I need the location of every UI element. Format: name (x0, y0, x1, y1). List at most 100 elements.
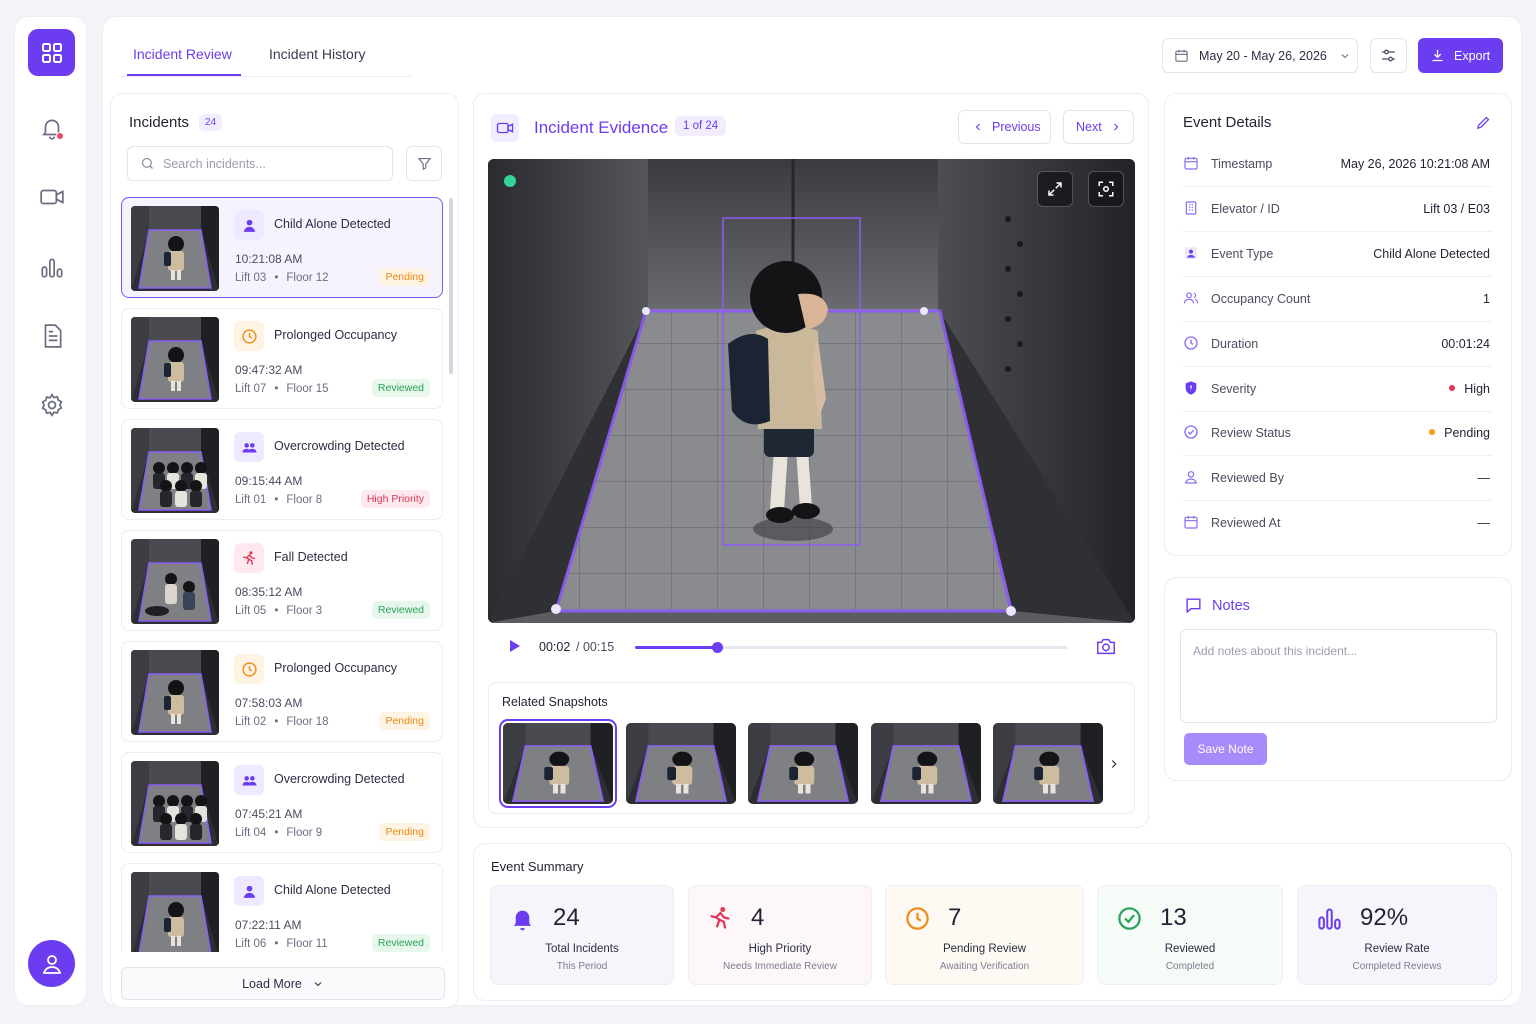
detail-row: Timestamp May 26, 2026 10:21:08 AM (1183, 142, 1492, 187)
incident-list: Child Alone Detected 10:21:08 AM Lift 03 • F… (121, 197, 445, 952)
dashboard-icon[interactable] (28, 29, 75, 76)
stat-icon (509, 905, 536, 937)
snapshot-thumbnail[interactable] (870, 723, 981, 804)
incident-time: 09:15:44 AM (235, 474, 303, 488)
snapshots-title: Related Snapshots (502, 695, 608, 709)
incident-time: 07:22:11 AM (235, 918, 302, 932)
snapshot-camera-icon[interactable] (1095, 635, 1117, 657)
previous-label: Previous (992, 120, 1041, 134)
detail-icon (1183, 514, 1199, 530)
detail-icon (1183, 424, 1199, 440)
incident-title: Overcrowding Detected (274, 439, 405, 453)
active-tab-indicator (127, 74, 241, 76)
detail-label: Severity (1211, 381, 1257, 396)
snapshot-thumbnail[interactable] (993, 723, 1103, 804)
detail-value: 1 (1483, 291, 1490, 306)
load-more-button[interactable]: Load More (121, 967, 445, 1000)
stat-card: 4 High Priority Needs Immediate Review (688, 885, 872, 985)
running-person-icon (710, 907, 730, 929)
detail-value-wrap: — (1478, 471, 1491, 485)
date-range-picker[interactable]: May 20 - May 26, 2026 (1162, 38, 1358, 73)
incident-thumbnail (131, 650, 219, 735)
incident-item[interactable]: Fall Detected 08:35:12 AM Lift 05 • Floor 3 R… (121, 530, 443, 631)
incident-time: 09:47:32 AM (235, 363, 303, 377)
incident-thumbnail (131, 428, 219, 513)
export-button[interactable]: Export (1418, 38, 1503, 73)
status-badge: Pending (379, 823, 430, 841)
detail-value: — (1477, 471, 1491, 486)
previous-button[interactable]: Previous (958, 110, 1051, 144)
detail-value: Pending (1444, 426, 1490, 441)
detail-value: 00:01:24 (1441, 336, 1490, 351)
tab-incident-review[interactable]: Incident Review (133, 46, 232, 62)
incident-item[interactable]: Overcrowding Detected 07:45:21 AM Lift 04 •… (121, 752, 443, 853)
filter-button[interactable] (406, 146, 442, 181)
detail-row: Elevator / ID Lift 03 / E03 (1183, 187, 1492, 232)
save-note-button[interactable]: Save Note (1184, 733, 1267, 765)
user-avatar[interactable] (28, 940, 75, 987)
sidebar (14, 16, 87, 1006)
sliders-icon (1382, 49, 1395, 62)
notifications-icon[interactable] (35, 111, 69, 145)
stat-icon (1316, 905, 1343, 937)
settings-icon[interactable] (35, 388, 69, 422)
focus-button[interactable] (1088, 171, 1124, 207)
chevron-down-icon (314, 981, 322, 986)
shield-icon (1185, 380, 1197, 395)
running-person-icon (242, 550, 255, 565)
fullscreen-button[interactable] (1037, 171, 1073, 207)
expand-icon (1048, 182, 1062, 196)
bar-chart-icon (1318, 908, 1341, 930)
elevator-thumbnail (625, 723, 736, 804)
status-badge: High Priority (360, 490, 430, 508)
filter-settings-button[interactable] (1370, 38, 1407, 73)
detail-icon (1183, 335, 1199, 351)
detail-row: Review Status Pending (1183, 411, 1492, 457)
evidence-title: Incident Evidence (534, 118, 669, 137)
incident-item[interactable]: Overcrowding Detected 09:15:44 AM Lift 01 •… (121, 419, 443, 520)
search-input[interactable] (163, 156, 373, 171)
incidents-panel: Incidents 24 Child Alone Detected 10:21:0… (110, 93, 459, 1008)
search-box (127, 146, 393, 181)
detail-icon (1183, 200, 1199, 216)
next-button[interactable]: Next (1063, 110, 1134, 144)
elevator-thumbnail (503, 723, 613, 804)
incident-type-icon (234, 765, 264, 795)
edit-pencil-icon[interactable] (1475, 114, 1492, 131)
play-icon[interactable] (506, 638, 522, 654)
analytics-icon[interactable] (35, 250, 69, 284)
progress-handle[interactable] (712, 642, 724, 653)
video-player[interactable] (488, 159, 1135, 623)
incident-item[interactable]: Child Alone Detected 07:22:11 AM Lift 06 • F… (121, 863, 443, 952)
chevron-down-icon (1341, 53, 1349, 58)
reports-icon[interactable] (35, 319, 69, 353)
incident-floor: Floor 12 (286, 272, 329, 284)
stat-value: 7 (948, 904, 962, 931)
snapshot-thumbnail[interactable] (625, 723, 736, 804)
incident-thumbnail (131, 539, 219, 624)
incident-item[interactable]: Child Alone Detected 10:21:08 AM Lift 03 • F… (121, 197, 443, 298)
tab-incident-history[interactable]: Incident History (269, 46, 365, 62)
snapshot-thumbnail[interactable] (748, 723, 858, 804)
elevator-thumbnail (131, 539, 219, 624)
incident-thumbnail (131, 761, 219, 846)
snapshot-thumbnail[interactable] (499, 719, 617, 808)
calendar-icon (1184, 516, 1198, 529)
progress-track[interactable] (635, 642, 1067, 653)
list-scrollbar[interactable] (449, 198, 453, 374)
incident-title: Prolonged Occupancy (274, 661, 397, 675)
incident-time: 08:35:12 AM (235, 585, 303, 599)
chat-bubble-icon (1186, 598, 1201, 614)
camera-icon[interactable] (35, 180, 69, 214)
evidence-panel: Incident Evidence 1 of 24 Previous Next (473, 93, 1149, 828)
video-controls: 00:02 / 00:15 (488, 623, 1135, 669)
calendar-icon (1175, 49, 1188, 62)
stat-label: Pending Review (942, 943, 1027, 955)
check-circle-icon (1118, 907, 1141, 930)
notes-textarea[interactable] (1180, 629, 1497, 723)
stat-value: 4 (751, 904, 765, 931)
incident-item[interactable]: Prolonged Occupancy 07:58:03 AM Lift 02 • Fl… (121, 641, 443, 742)
chevron-right-icon[interactable] (1107, 757, 1121, 771)
incident-floor: Floor 3 (286, 605, 323, 617)
incident-item[interactable]: Prolonged Occupancy 09:47:32 AM Lift 07 • Fl… (121, 308, 443, 409)
